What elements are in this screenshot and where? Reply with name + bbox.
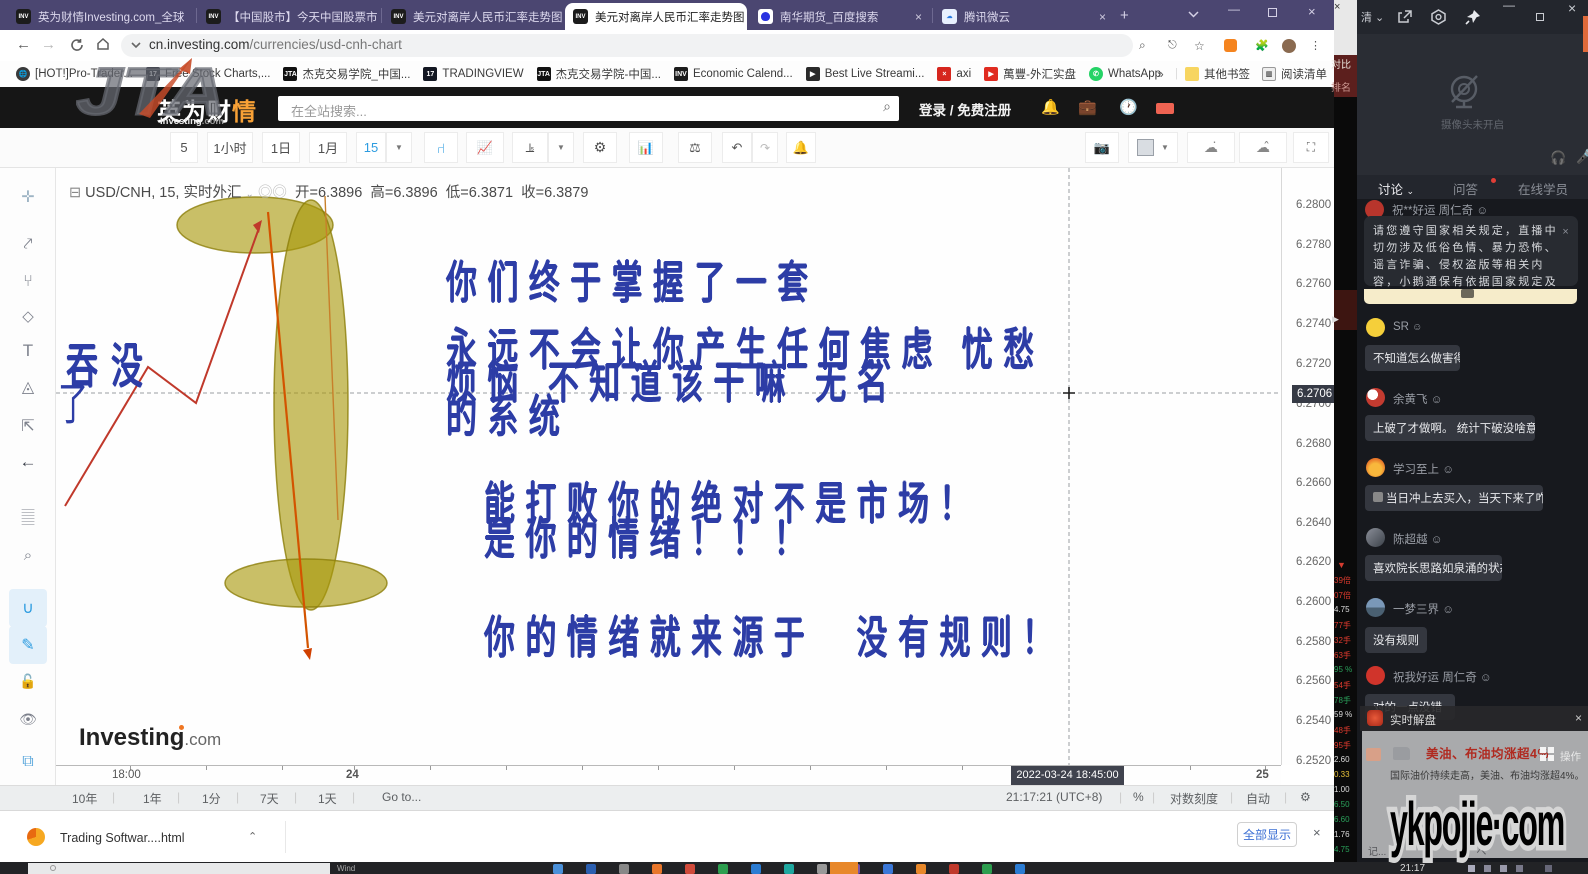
svg-text:JTA: JTA (76, 54, 226, 128)
